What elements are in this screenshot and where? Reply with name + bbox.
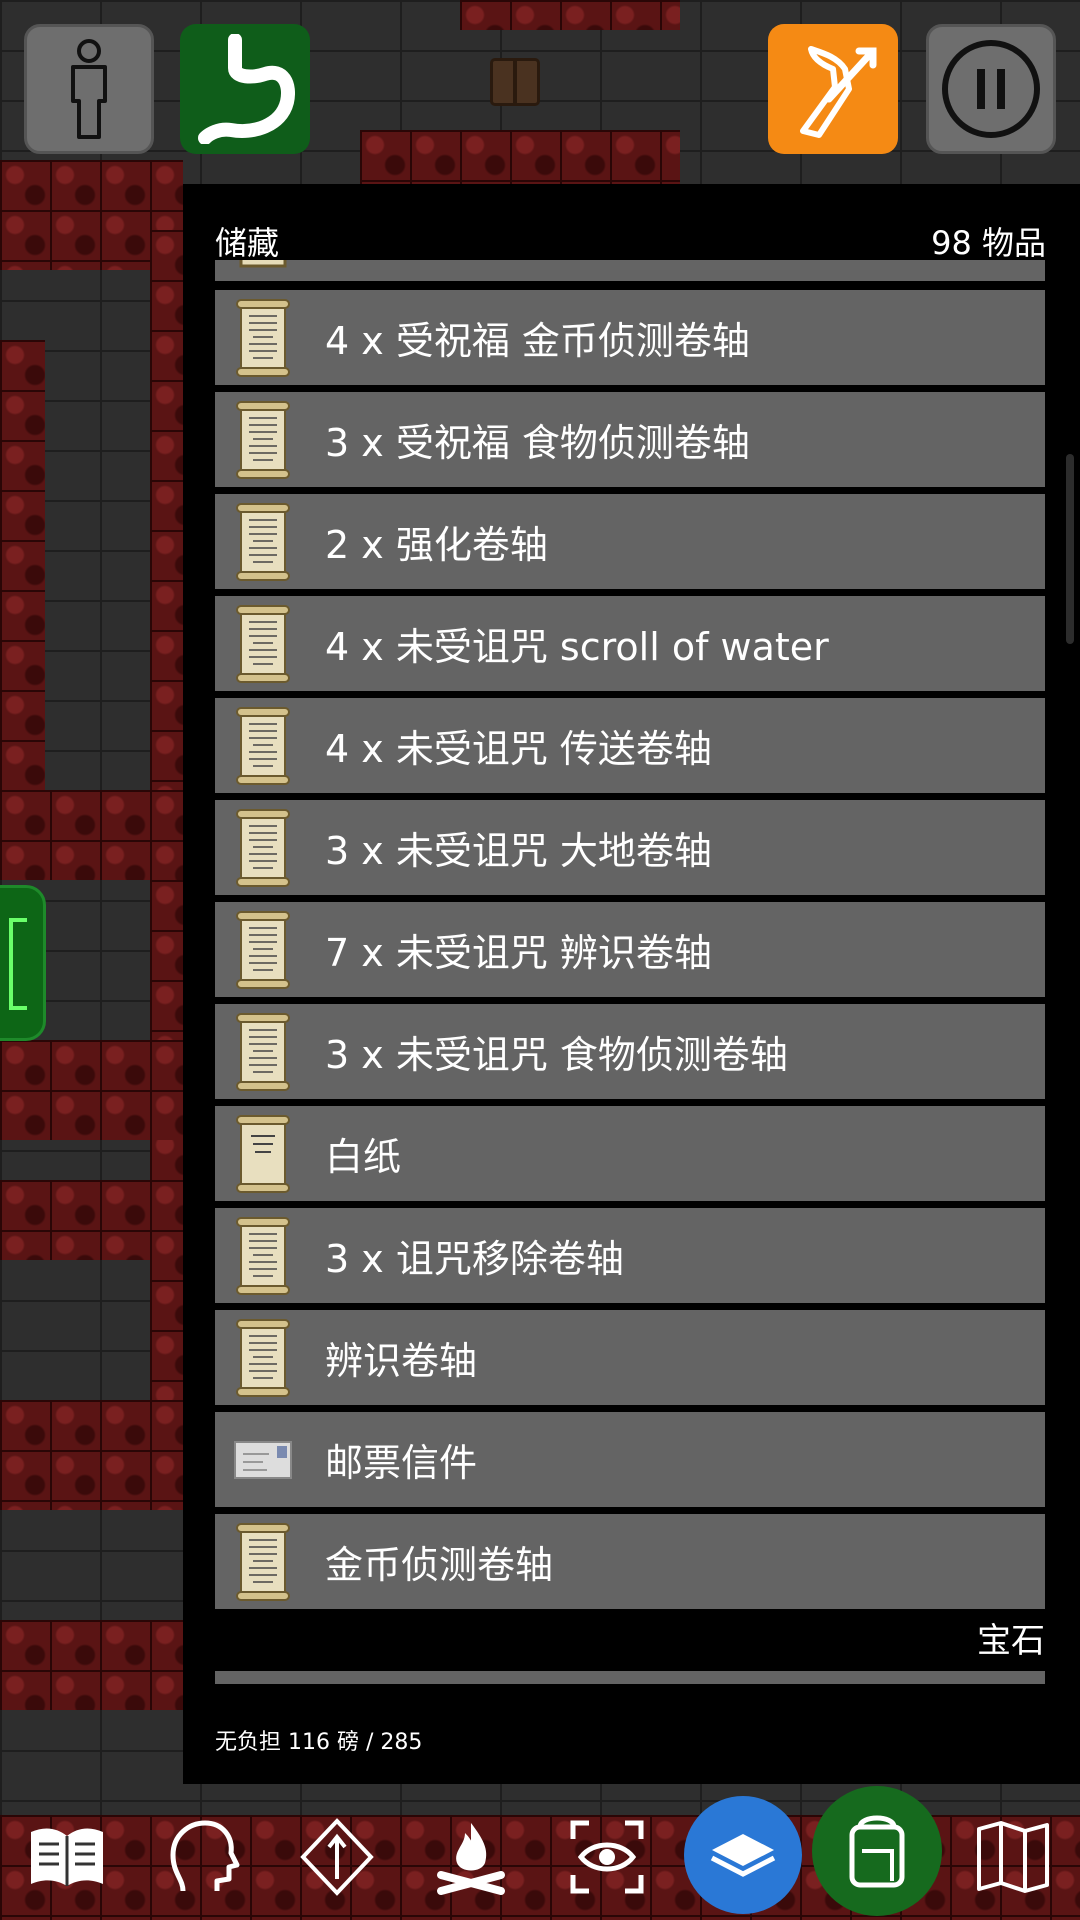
weight-status: 无负担 116 磅 / 285 [215,1730,423,1755]
backpack-icon [849,1815,905,1888]
dungeon-wall [0,790,183,880]
list-item[interactable]: 3 x 受祝福 食物侦测卷轴 [215,392,1045,487]
look-icon [570,1820,644,1894]
list-item[interactable]: 4 x 未受诅咒 传送卷轴 [215,698,1045,793]
scroll-icon [236,1216,290,1295]
list-item[interactable]: 辨识卷轴 [215,1310,1045,1405]
item-list[interactable]: 4 x 受祝福 金币侦测卷轴 3 x 受祝福 食物侦测卷轴 2 x 强化卷轴 4 x … [215,260,1045,1684]
side-drawer-tab[interactable] [0,885,46,1041]
list-item[interactable]: 邮票信件 [215,1412,1045,1507]
list-item[interactable]: 3 x 诅咒移除卷轴 [215,1208,1045,1303]
list-item-label: 3 x 未受诅咒 大地卷轴 [325,829,712,873]
scroll-icon [236,910,290,989]
scroll-icon [236,706,290,785]
look-button[interactable] [562,1812,652,1902]
book-icon [31,1828,103,1886]
chest-object[interactable] [490,58,540,106]
scroll-icon [236,1012,290,1091]
stash-button[interactable] [684,1796,802,1914]
skills-button[interactable] [292,1812,382,1902]
dungeon-wall [0,1620,183,1710]
list-item[interactable]: 金币侦测卷轴 [215,1514,1045,1609]
stash-panel: 储藏 98 物品 4 x 受祝福 金币侦测卷轴 3 x 受祝福 食物侦测卷轴 2 x… [183,184,1080,1784]
scroll-icon [236,1318,290,1397]
section-header-gems: 宝石 [977,1621,1045,1661]
list-item-label: 白纸 [325,1135,402,1179]
stash-layers-icon [710,1834,776,1877]
list-item[interactable]: 白纸 [215,1106,1045,1201]
list-item-label: 3 x 受祝福 食物侦测卷轴 [325,421,750,465]
head-icon [170,1820,240,1892]
journal-button[interactable] [22,1812,112,1902]
list-item[interactable] [215,260,1045,281]
map-icon [977,1821,1049,1893]
list-item-label: 4 x 未受诅咒 传送卷轴 [325,727,712,771]
skill-icon [300,1818,374,1896]
pause-button[interactable] [926,24,1056,154]
list-item-label: 3 x 诅咒移除卷轴 [325,1237,624,1281]
list-item[interactable]: 2 x 强化卷轴 [215,494,1045,589]
dungeon-wall [0,1400,183,1510]
arm-arrow-icon [800,46,877,138]
scroll-icon [236,400,290,479]
character-button[interactable] [24,24,154,154]
hunger-button[interactable] [180,24,310,154]
dungeon-wall [360,130,680,184]
scroll-icon [236,502,290,581]
scrollbar[interactable] [1066,454,1074,644]
item-count: 98 物品 [931,224,1046,262]
pause-icon [942,40,1040,138]
list-item[interactable]: 4 x 未受诅咒 scroll of water [215,596,1045,691]
scroll-icon [236,808,290,887]
stash-title: 储藏 [215,224,280,262]
dungeon-wall [0,1180,183,1260]
dungeon-wall [0,1040,183,1140]
campfire-icon [437,1823,505,1895]
list-item-label: 辨识卷轴 [325,1339,478,1383]
list-item-label: 2 x 强化卷轴 [325,523,548,567]
inventory-button[interactable] [812,1786,942,1916]
list-item-label: 金币侦测卷轴 [325,1543,554,1587]
map-button[interactable] [968,1812,1058,1902]
scroll-icon [236,298,290,377]
scroll-icon [236,1522,290,1601]
rest-button[interactable] [426,1812,516,1902]
scroll-icon [236,604,290,683]
envelope-icon [234,1440,292,1479]
list-item-label: 7 x 未受诅咒 辨识卷轴 [325,931,712,975]
list-item-label: 4 x 未受诅咒 scroll of water [325,625,829,669]
list-item[interactable]: 7 x 未受诅咒 辨识卷轴 [215,902,1045,997]
blank-scroll-icon [236,1114,290,1193]
abilities-button[interactable] [156,1812,246,1902]
list-item-label: 邮票信件 [325,1441,478,1485]
ranged-attack-button[interactable] [768,24,898,154]
list-item[interactable] [215,1671,1045,1684]
list-item-label: 3 x 未受诅咒 食物侦测卷轴 [325,1033,788,1077]
stomach-icon [198,34,295,144]
dungeon-wall [460,0,680,30]
list-item[interactable]: 3 x 未受诅咒 食物侦测卷轴 [215,1004,1045,1099]
person-icon [71,39,107,139]
list-item[interactable]: 3 x 未受诅咒 大地卷轴 [215,800,1045,895]
scroll-icon [239,260,287,267]
list-item-label: 4 x 受祝福 金币侦测卷轴 [325,319,750,363]
list-item[interactable]: 4 x 受祝福 金币侦测卷轴 [215,290,1045,385]
